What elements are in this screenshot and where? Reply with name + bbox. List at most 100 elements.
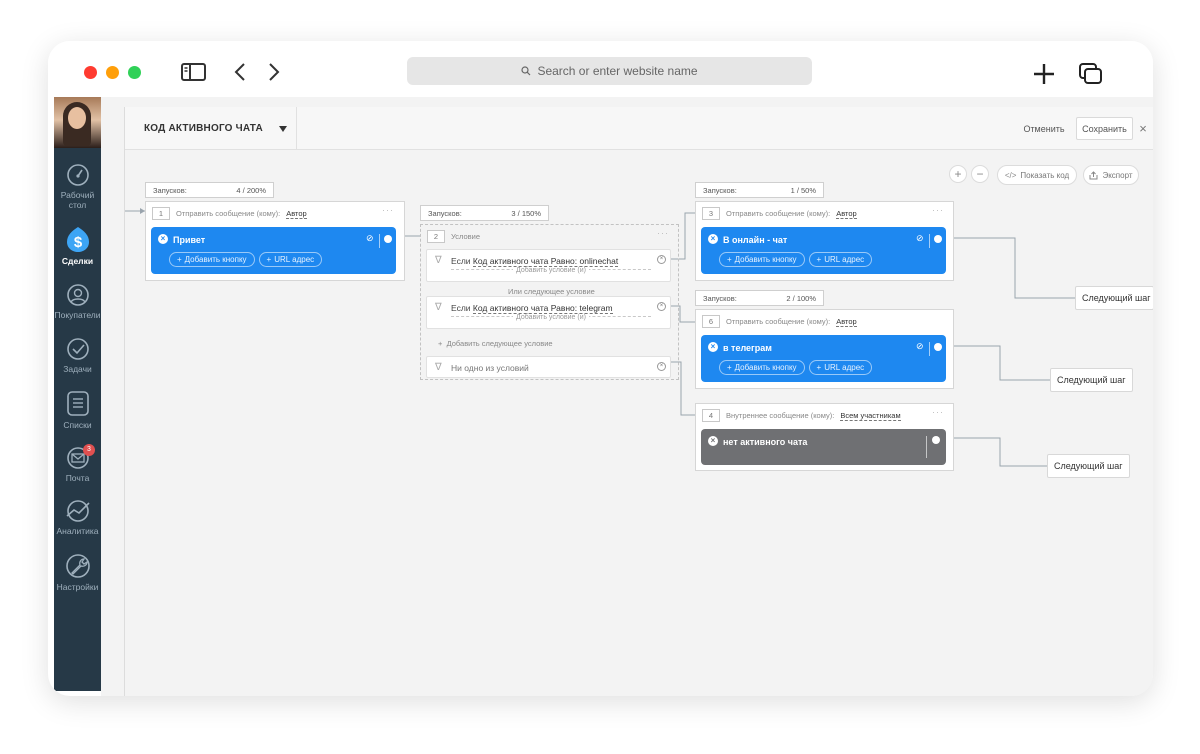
launch-counter: Запусков: 3 / 150% <box>420 205 549 221</box>
sidebar-item-settings[interactable]: Настройки <box>54 553 101 592</box>
or-label: Или следующее условие <box>508 287 595 296</box>
step-number: 6 <box>702 315 720 328</box>
launch-counter: Запусков: 2 / 100% <box>695 290 824 306</box>
step-block-3[interactable]: 3 Отправить сообщение (кому): Автор ··· … <box>695 201 954 281</box>
recipient-link[interactable]: Автор <box>286 209 307 219</box>
close-window-button[interactable] <box>84 66 97 79</box>
sidebar-item-tasks[interactable]: Задачи <box>54 337 101 374</box>
more-icon[interactable]: ··· <box>657 228 669 238</box>
next-step-node[interactable]: Следующий шаг <box>1050 368 1133 392</box>
flow-editor: КОД АКТИВНОГО ЧАТА Отменить Сохранить × … <box>124 107 1153 696</box>
step-number: 2 <box>427 230 445 243</box>
url-pill[interactable]: + URL адрес <box>808 252 873 267</box>
step-header: 4 Внутреннее сообщение (кому): Всем учас… <box>702 409 901 422</box>
add-button-pill[interactable]: + Добавить кнопку <box>169 252 255 267</box>
condition-link[interactable]: Код активного чата Равно: telegram <box>472 303 613 314</box>
url-pill[interactable]: + URL адрес <box>258 252 323 267</box>
app-workspace: КОД АКТИВНОГО ЧАТА Отменить Сохранить × … <box>101 97 1153 696</box>
remove-icon[interactable]: × <box>158 234 168 244</box>
browser-toolbar: Search or enter website name <box>48 41 1153 97</box>
message-card[interactable]: × в телеграм + Добавить кнопку + URL адр… <box>701 335 946 382</box>
address-placeholder: Search or enter website name <box>537 64 698 78</box>
mail-badge: 3 <box>83 444 95 456</box>
step-number: 4 <box>702 409 720 422</box>
step-block-4[interactable]: 4 Внутреннее сообщение (кому): Всем учас… <box>695 403 954 471</box>
crm-sidebar: Рабочий стол $ Сделки Покупатели Задачи … <box>54 97 101 691</box>
step-header: 6 Отправить сообщение (кому): Автор <box>702 315 857 328</box>
output-gear-icon[interactable] <box>384 235 392 243</box>
step-header: 1 Отправить сообщение (кому): Автор <box>152 207 307 220</box>
step-block-1[interactable]: 1 Отправить сообщение (кому): Автор ··· … <box>145 201 405 281</box>
add-and-condition[interactable]: Добавить условие (и) <box>451 314 651 321</box>
more-icon[interactable]: ··· <box>932 407 944 417</box>
attach-icon[interactable]: ⊘ <box>916 233 924 244</box>
message-text: нет активного чата <box>723 437 808 447</box>
svg-text:$: $ <box>73 234 82 251</box>
url-pill[interactable]: + URL адрес <box>808 360 873 375</box>
recipient-link[interactable]: Автор <box>836 209 857 219</box>
output-dot[interactable] <box>932 436 940 444</box>
sidebar-item-analytics[interactable]: Аналитика <box>54 499 101 536</box>
forward-icon[interactable] <box>268 62 280 87</box>
condition-link[interactable]: Код активного чата Равно: onlinechat <box>472 256 619 267</box>
sidebar-item-deals[interactable]: $ Сделки <box>54 225 101 266</box>
browser-window: Search or enter website name Рабочий сто… <box>48 41 1153 696</box>
minimize-window-button[interactable] <box>106 66 119 79</box>
more-icon[interactable]: ··· <box>382 205 394 215</box>
sidebar-item-customers[interactable]: Покупатели <box>54 283 101 320</box>
step-block-2[interactable]: 2 Условие ··· ∇ Если Код активного чата … <box>420 224 679 380</box>
avatar[interactable] <box>54 97 101 148</box>
sidebar-item-lists[interactable]: Списки <box>54 390 101 430</box>
check-icon <box>66 338 89 360</box>
new-tab-icon[interactable] <box>1033 63 1055 90</box>
more-icon[interactable]: ··· <box>932 205 944 215</box>
recipient-link[interactable]: Всем участникам <box>840 411 901 421</box>
tabs-overview-icon[interactable] <box>1079 63 1103 90</box>
attach-icon[interactable]: ⊘ <box>366 233 374 244</box>
add-button-pill[interactable]: + Добавить кнопку <box>719 252 805 267</box>
sidebar-toggle-icon[interactable] <box>181 63 206 86</box>
next-step-node[interactable]: Следующий шаг <box>1047 454 1130 478</box>
remove-icon[interactable]: × <box>708 234 718 244</box>
recipient-link[interactable]: Автор <box>836 317 857 327</box>
wrench-icon <box>65 554 90 578</box>
filter-icon: ∇ <box>435 362 442 373</box>
address-bar[interactable]: Search or enter website name <box>407 57 812 85</box>
remove-condition-icon[interactable]: × <box>657 362 666 371</box>
launch-counter: Запусков: 4 / 200% <box>145 182 274 198</box>
list-icon <box>66 391 89 416</box>
condition-row[interactable]: ∇ Если Код активного чата Равно: telegra… <box>426 296 671 329</box>
output-dot[interactable] <box>934 235 942 243</box>
message-text: В онлайн - чат <box>723 235 788 245</box>
remove-icon[interactable]: × <box>708 342 718 352</box>
search-icon <box>521 66 531 76</box>
step-block-6[interactable]: 6 Отправить сообщение (кому): Автор × в … <box>695 309 954 389</box>
dashboard-icon <box>66 164 89 186</box>
step-number: 1 <box>152 207 170 220</box>
sidebar-item-mail[interactable]: 3 Почта <box>54 444 101 483</box>
message-card[interactable]: × В онлайн - чат + Добавить кнопку + URL… <box>701 227 946 274</box>
maximize-window-button[interactable] <box>128 66 141 79</box>
remove-icon[interactable]: × <box>708 436 718 446</box>
remove-condition-icon[interactable]: × <box>657 255 666 264</box>
step-number: 3 <box>702 207 720 220</box>
customers-icon <box>66 284 89 306</box>
dollar-icon: $ <box>66 227 89 252</box>
add-button-pill[interactable]: + Добавить кнопку <box>719 360 805 375</box>
condition-none-row[interactable]: ∇ Ни одно из условий × <box>426 356 671 378</box>
remove-condition-icon[interactable]: × <box>657 302 666 311</box>
output-dot[interactable] <box>934 343 942 351</box>
message-text: в телеграм <box>723 343 772 353</box>
message-card[interactable]: × Привет + Добавить кнопку + URL адрес ⊘ <box>151 227 396 274</box>
attach-icon[interactable]: ⊘ <box>916 341 924 352</box>
filter-icon: ∇ <box>435 255 442 266</box>
sidebar-item-desktop[interactable]: Рабочий стол <box>54 163 101 210</box>
back-icon[interactable] <box>234 62 246 87</box>
add-and-condition[interactable]: Добавить условие (и) <box>451 267 651 274</box>
condition-row[interactable]: ∇ Если Код активного чата Равно: onlinec… <box>426 249 671 282</box>
step-header: 3 Отправить сообщение (кому): Автор <box>702 207 857 220</box>
next-step-node[interactable]: Следующий шаг <box>1075 286 1153 310</box>
internal-message-card[interactable]: × нет активного чата <box>701 429 946 465</box>
analytics-icon <box>65 500 90 522</box>
add-next-condition[interactable]: + Добавить следующее условие <box>438 339 553 348</box>
